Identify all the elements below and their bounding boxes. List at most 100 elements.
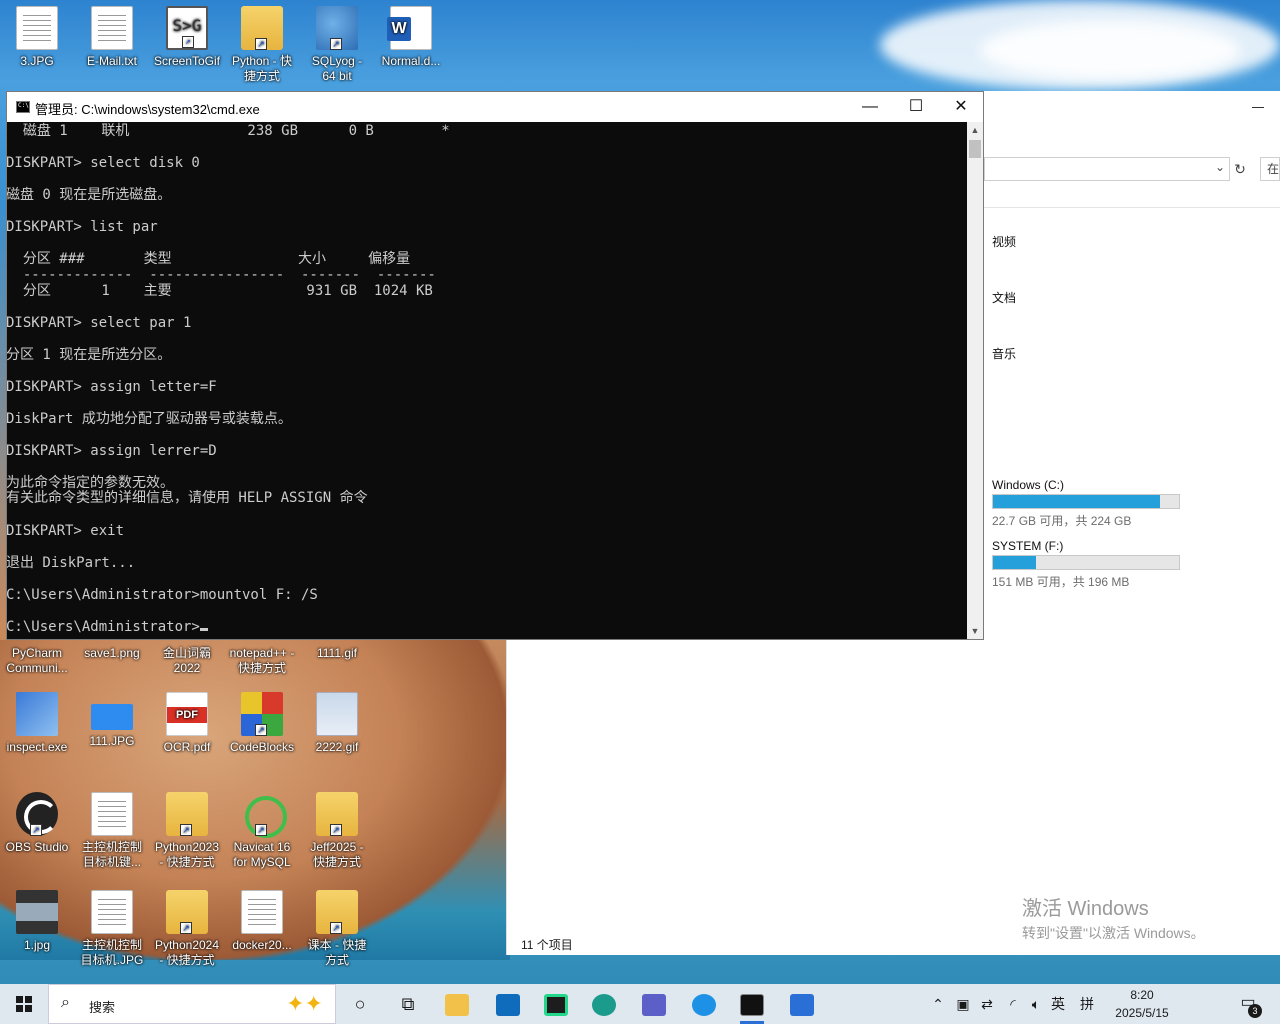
desktop-icon[interactable]: ↗ 课本 - 快捷 方式: [300, 890, 374, 968]
library-item-music[interactable]: 音乐: [992, 345, 1016, 362]
clock[interactable]: 8:20 2025/5/15: [1100, 986, 1184, 1022]
maximize-button[interactable]: ☐: [893, 92, 939, 122]
codeblocks-icon: ↗: [241, 692, 283, 736]
cmd-title: 管理员: C:\windows\system32\cmd.exe: [35, 102, 260, 117]
minimize-icon[interactable]: [1252, 107, 1264, 108]
search-input[interactable]: 在: [1260, 157, 1280, 181]
desktop-icon[interactable]: save1.png: [75, 646, 149, 661]
cmd-taskbar-icon[interactable]: [728, 984, 776, 1024]
pycharm-taskbar-icon[interactable]: [532, 984, 580, 1024]
scrollbar[interactable]: ▲ ▼: [967, 122, 983, 639]
text-file-icon: [91, 6, 133, 50]
console-line: DISKPART> assign lerrer=D: [7, 443, 217, 459]
divider: [984, 207, 1280, 208]
desktop-icon[interactable]: ↗ CodeBlocks: [225, 692, 299, 755]
desktop-icon[interactable]: OCR.pdf: [150, 692, 224, 755]
desktop-icon-label: 2222.gif: [315, 740, 359, 754]
drive-usage-fill: [993, 495, 1161, 508]
notification-icon[interactable]: ▭ 3: [1232, 992, 1264, 1018]
clock-date: 2025/5/15: [1115, 1006, 1169, 1020]
desktop-icon[interactable]: E-Mail.txt: [75, 6, 149, 69]
desktop-icon[interactable]: docker20...: [225, 890, 299, 953]
refresh-icon[interactable]: ↻: [1231, 157, 1249, 181]
network-switch-icon[interactable]: ⇄: [976, 984, 998, 1024]
desktop-icon-label: Normal.d...: [381, 54, 441, 68]
desktop-icon[interactable]: Normal.d...: [374, 6, 448, 69]
clock-time: 8:20: [1130, 988, 1154, 1002]
desktop-icon[interactable]: 主控机控制 目标机.JPG: [75, 890, 149, 968]
desktop-icon[interactable]: 3.JPG: [0, 6, 74, 69]
image-file-icon: [91, 890, 133, 934]
word-doc-icon: [387, 6, 432, 50]
drive-c[interactable]: Windows (C:) 22.7 GB 可用，共 224 GB: [992, 478, 1192, 529]
cortana-icon[interactable]: ○: [336, 984, 384, 1024]
teams-icon[interactable]: [630, 984, 678, 1024]
minimize-button[interactable]: —: [847, 92, 893, 122]
app-taskbar-icon[interactable]: [778, 984, 826, 1024]
address-bar[interactable]: ⌄: [984, 157, 1230, 181]
sqlyog-icon: ↗: [316, 6, 358, 50]
desktop-icon[interactable]: 金山词霸 2022: [150, 646, 224, 676]
edge-icon[interactable]: [580, 984, 628, 1024]
scroll-up-icon[interactable]: ▲: [967, 122, 983, 138]
desktop-icon-label: PyCharm Communi...: [6, 646, 68, 675]
console-prompt[interactable]: C:\Users\Administrator>: [7, 618, 208, 636]
desktop-icon[interactable]: PyCharm Communi...: [0, 646, 74, 676]
drive-usage-bar: [992, 555, 1180, 570]
outlook-icon[interactable]: [484, 984, 532, 1024]
drive-f[interactable]: SYSTEM (F:) 151 MB 可用，共 196 MB: [992, 539, 1192, 590]
desktop-icon-label: CodeBlocks: [229, 740, 295, 754]
chevron-down-icon[interactable]: ⌄: [1215, 160, 1225, 174]
scroll-thumb[interactable]: [969, 140, 981, 158]
desktop-icon[interactable]: ↗ Python2024 - 快捷方式: [150, 890, 224, 968]
console-line: C:\Users\Administrator>: [7, 619, 200, 635]
close-button[interactable]: ✕: [938, 92, 984, 122]
chevron-up-icon[interactable]: ⌃: [928, 984, 948, 1024]
drive-name: Windows (C:): [992, 478, 1065, 492]
desktop-icon[interactable]: ↗ Navicat 16 for MySQL: [225, 792, 299, 870]
cmd-window[interactable]: 管理员: C:\windows\system32\cmd.exe — ☐ ✕ 磁…: [6, 91, 984, 640]
docker-icon[interactable]: [680, 984, 728, 1024]
wifi-icon[interactable]: ◜: [1002, 984, 1024, 1024]
desktop-icon-label: Jeff2025 - 快捷方式: [310, 840, 364, 869]
desktop-icon-label: Python - 快 捷方式: [231, 54, 293, 83]
status-item-count: 11 个项目: [521, 938, 573, 952]
ime-mode[interactable]: 拼: [1076, 984, 1098, 1024]
desktop-icon[interactable]: S>G ↗ ScreenToGif: [150, 6, 224, 69]
desktop-icon[interactable]: notepad++ - 快捷方式: [225, 646, 299, 676]
file-explorer-taskbar-icon[interactable]: [433, 984, 481, 1024]
desktop-icon-label: save1.png: [84, 646, 140, 660]
desktop-icon[interactable]: 111.JPG: [75, 692, 149, 749]
scroll-down-icon[interactable]: ▼: [967, 623, 983, 639]
start-button[interactable]: [0, 984, 48, 1024]
cmd-titlebar[interactable]: 管理员: C:\windows\system32\cmd.exe — ☐ ✕: [7, 92, 983, 122]
desktop-icon[interactable]: 2222.gif: [300, 692, 374, 755]
desktop-icon[interactable]: ↗ Python - 快 捷方式: [225, 6, 299, 84]
windows-logo-icon: [16, 996, 32, 1012]
desktop-icon[interactable]: ↗ Jeff2025 - 快捷方式: [300, 792, 374, 870]
console-output[interactable]: 磁盘 1 联机 238 GB 0 B * DISKPART> select di…: [7, 122, 967, 639]
ime-language[interactable]: 英: [1047, 984, 1069, 1024]
desktop-icon[interactable]: 主控机控制 目标机键...: [75, 792, 149, 870]
desktop-icon[interactable]: ↗ SQLyog - 64 bit: [300, 6, 374, 84]
library-item-videos[interactable]: 视频: [992, 233, 1016, 250]
taskbar-search[interactable]: ⌕ 搜索 ✦✦: [48, 984, 336, 1024]
desktop-icon-label: Python2023 - 快捷方式: [154, 840, 220, 869]
search-placeholder: 搜索: [89, 1000, 116, 1015]
desktop-icon[interactable]: 1.jpg: [0, 890, 74, 953]
folder-shortcut-icon: ↗: [316, 792, 358, 836]
volume-icon[interactable]: 🔈︎: [1025, 984, 1047, 1024]
desktop-icon[interactable]: ↗ OBS Studio: [0, 792, 74, 855]
desktop-icon[interactable]: inspect.exe: [0, 692, 74, 755]
library-item-documents[interactable]: 文档: [992, 289, 1016, 306]
desktop-icon-label: Navicat 16 for MySQL: [233, 840, 291, 869]
console-line: 有关此命令类型的详细信息，请使用 HELP ASSIGN 命令: [7, 490, 368, 506]
console-line: DiskPart 成功地分配了驱动器号或装载点。: [7, 411, 292, 427]
desktop-icon[interactable]: 1111.gif: [300, 646, 374, 661]
sparkle-icon: ✦✦: [286, 991, 323, 1016]
tray-app-icon[interactable]: ▣: [952, 984, 974, 1024]
task-view-icon[interactable]: ⧉: [384, 984, 432, 1024]
desktop-icon[interactable]: ↗ Python2023 - 快捷方式: [150, 792, 224, 870]
desktop-icon-label: ScreenToGif: [153, 54, 221, 68]
desktop-icon-label: E-Mail.txt: [86, 54, 137, 68]
